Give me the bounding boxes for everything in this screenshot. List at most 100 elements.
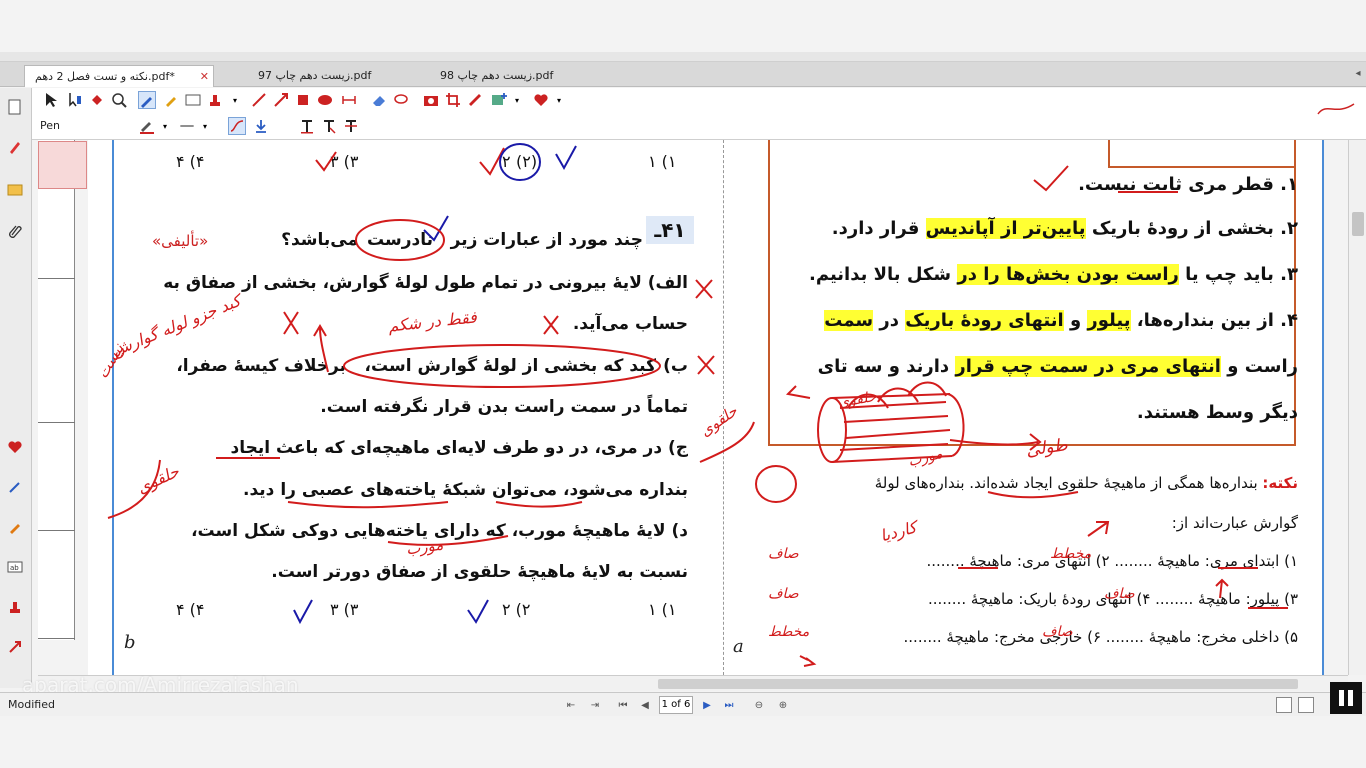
tab-scroll-icon[interactable]: ◂: [1352, 65, 1364, 83]
statement-be-rest: برخلاف کیسهٔ صفرا،: [176, 356, 346, 376]
scroll-thumb[interactable]: [1352, 212, 1364, 236]
statement-be-line-2: تماماً در سمت راست بدن قرار نگرفته است.: [320, 397, 688, 417]
question-number: ۴۱ـ: [646, 216, 694, 244]
go-forward-icon[interactable]: ⊕: [774, 696, 792, 714]
ellipse-tool-icon[interactable]: [316, 91, 334, 109]
chevron-down-icon[interactable]: ▾: [550, 91, 568, 109]
stamp-tool-icon[interactable]: [206, 91, 224, 109]
smooth-stroke-icon[interactable]: [228, 117, 246, 135]
favorite-heart-icon[interactable]: [532, 91, 550, 109]
option-2-circled: (۲): [516, 152, 538, 171]
select-text-icon[interactable]: [66, 91, 84, 109]
next-page-icon[interactable]: ▶: [698, 696, 716, 714]
favorite-heart-icon[interactable]: [6, 438, 24, 456]
option-2: ۲ (۲: [502, 600, 531, 619]
option-4: ۴ (۴: [176, 600, 205, 619]
snapshot-camera-icon[interactable]: [422, 91, 440, 109]
statement-jim-line-2: بنداره می‌شود، می‌توان شبکهٔ یاخته‌های ع…: [243, 480, 688, 500]
question-stem: چند مورد از عبارات زیر: [450, 230, 643, 250]
pressure-icon[interactable]: [252, 117, 270, 135]
close-icon[interactable]: ✕: [200, 66, 209, 88]
page-icon[interactable]: [6, 98, 24, 116]
item-4-line-3: دیگر وسط هستند.: [1136, 402, 1298, 423]
hand-icon[interactable]: [88, 91, 106, 109]
page-number-field[interactable]: 1 of 6: [659, 696, 693, 714]
pen-stroke-preview-icon: [1317, 103, 1355, 115]
continuous-view-icon[interactable]: [1298, 697, 1314, 713]
text-bold-icon[interactable]: [298, 117, 316, 135]
measure-tool-icon[interactable]: [340, 91, 358, 109]
text-box-tool-icon[interactable]: [184, 91, 202, 109]
thumbnails-panel: [38, 140, 75, 640]
attachment-icon[interactable]: [6, 222, 24, 240]
arrow-line-tool-icon[interactable]: [272, 91, 290, 109]
pen-color-icon[interactable]: [138, 117, 156, 135]
go-back-icon[interactable]: ⊖: [750, 696, 768, 714]
add-image-icon[interactable]: [490, 91, 508, 109]
select-arrow-icon[interactable]: [42, 91, 60, 109]
zoom-icon[interactable]: [110, 91, 128, 109]
text-format-icon[interactable]: [320, 117, 338, 135]
option-1: ۱ (۱: [648, 152, 677, 171]
thumbnail-selected[interactable]: [38, 141, 87, 189]
pen-tool-active-icon[interactable]: [138, 91, 156, 109]
vertical-scrollbar[interactable]: [1348, 140, 1366, 675]
eraser-icon[interactable]: [370, 91, 388, 109]
next-view-icon[interactable]: ⇥: [586, 696, 604, 714]
option-3: ۳ (۳: [330, 600, 359, 619]
rectangle-tool-icon[interactable]: [294, 91, 312, 109]
comment-pen-icon[interactable]: [6, 138, 24, 156]
line-tool-icon[interactable]: [250, 91, 268, 109]
tab-document-98[interactable]: زیست دهم چاپ 98.pdf: [430, 65, 570, 87]
tab-document-97[interactable]: زیست دهم چاپ 97.pdf: [248, 65, 388, 87]
highlighter-icon[interactable]: [6, 518, 24, 536]
menu-strip: [0, 52, 1366, 62]
page-corner-label: b: [124, 632, 136, 653]
ruler-icon[interactable]: [466, 91, 484, 109]
chevron-down-icon[interactable]: ▾: [226, 91, 244, 109]
last-page-icon[interactable]: ⏭: [720, 696, 738, 714]
stamp-icon[interactable]: [6, 598, 24, 616]
handwritten-note: مخطط: [1050, 546, 1092, 562]
option-3: ۳ (۳: [330, 152, 359, 171]
status-bar: Modified ⇤ ⇥ ⏮ ◀ 1 of 6 ▶ ⏭ ⊖ ⊕: [0, 692, 1366, 716]
pause-icon[interactable]: [1330, 682, 1362, 714]
sphincter-list-row-2: ۳) پیلور: ماهیچهٔ ........ ۴) انتهای رود…: [927, 590, 1298, 608]
sphincter-list-row-3: ۵) داخلی مخرج: ماهیچهٔ ........ ۶) خارجی…: [903, 628, 1298, 646]
item-4-line-1: ۴. از بین بنداره‌ها، پیلور و انتهای روده…: [824, 310, 1298, 331]
tab-active-document[interactable]: نکته و تست فصل 2 دهم.pdf* ✕: [24, 65, 214, 87]
chevron-down-icon[interactable]: ▾: [196, 117, 214, 135]
thumbnail-divider: [38, 278, 75, 279]
svg-text:ab: ab: [10, 564, 19, 572]
question-tag: «تألیفی»: [152, 232, 209, 250]
first-page-icon[interactable]: ⏮: [614, 696, 632, 714]
lasso-icon[interactable]: [392, 91, 410, 109]
item-4-line-2: راست و انتهای مری در سمت چپ قرار دارند و…: [817, 356, 1298, 377]
single-page-view-icon[interactable]: [1276, 697, 1292, 713]
tab-label: زیست دهم چاپ 98.pdf: [440, 69, 554, 82]
chevron-down-icon[interactable]: ▾: [156, 117, 174, 135]
handwritten-note: صاف: [1104, 586, 1135, 602]
handwritten-note: صاف: [1042, 624, 1073, 640]
statement-be-circled: کبد که بخشی از لولهٔ گوارش است،: [364, 356, 656, 376]
crop-icon[interactable]: [444, 91, 462, 109]
previous-view-icon[interactable]: ⇤: [562, 696, 580, 714]
scroll-thumb[interactable]: [658, 679, 1298, 689]
statement-jim-line-1: ج) در مری، در دو طرف لایه‌ای ماهیچه‌ای ک…: [230, 438, 689, 458]
figure-subframe: [1108, 140, 1296, 168]
note-line-1: نکته: بنداره‌ها همگی از ماهیچهٔ حلقوی ای…: [874, 474, 1298, 492]
folder-icon[interactable]: [6, 180, 24, 198]
option-2: ۲: [502, 152, 511, 171]
question-tail: می‌باشد؟: [281, 230, 358, 250]
highlighter-tool-icon[interactable]: [162, 91, 180, 109]
chevron-down-icon[interactable]: ▾: [508, 91, 526, 109]
item-3: ۳. باید چپ یا راست بودن بخش‌ها را در شکل…: [808, 264, 1298, 285]
arrow-tool-icon[interactable]: [6, 638, 24, 656]
item-1: ۱. قطر مری ثابت نیست.: [1078, 174, 1298, 195]
previous-page-icon[interactable]: ◀: [636, 696, 654, 714]
pen-tool-icon[interactable]: [6, 478, 24, 496]
textbox-icon[interactable]: ab: [6, 558, 24, 576]
strikeout-icon[interactable]: [342, 117, 360, 135]
document-view[interactable]: ۴ (۴ ۳ (۳ ۲ (۲) ۱ (۱ ۴۱ـ چند مورد از عبا…: [88, 140, 1324, 675]
document-tab-bar: نکته و تست فصل 2 دهم.pdf* ✕ زیست دهم چاپ…: [0, 62, 1366, 87]
